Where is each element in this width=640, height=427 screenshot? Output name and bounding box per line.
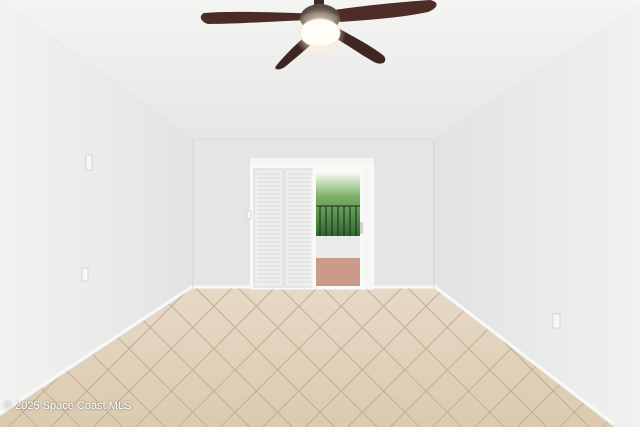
door-handle: [360, 222, 363, 234]
door-glass-view: [316, 174, 360, 286]
fan-light-globe: [299, 18, 341, 48]
room-illustration: [0, 0, 640, 427]
copyright-watermark: © 2025 Space Coast MLS: [4, 400, 132, 412]
sliding-glass-door: [250, 158, 374, 290]
patio-ground: [316, 258, 360, 286]
light-switch: [85, 154, 93, 171]
room-photo: © 2025 Space Coast MLS: [0, 0, 640, 427]
patio-wall: [316, 236, 360, 258]
